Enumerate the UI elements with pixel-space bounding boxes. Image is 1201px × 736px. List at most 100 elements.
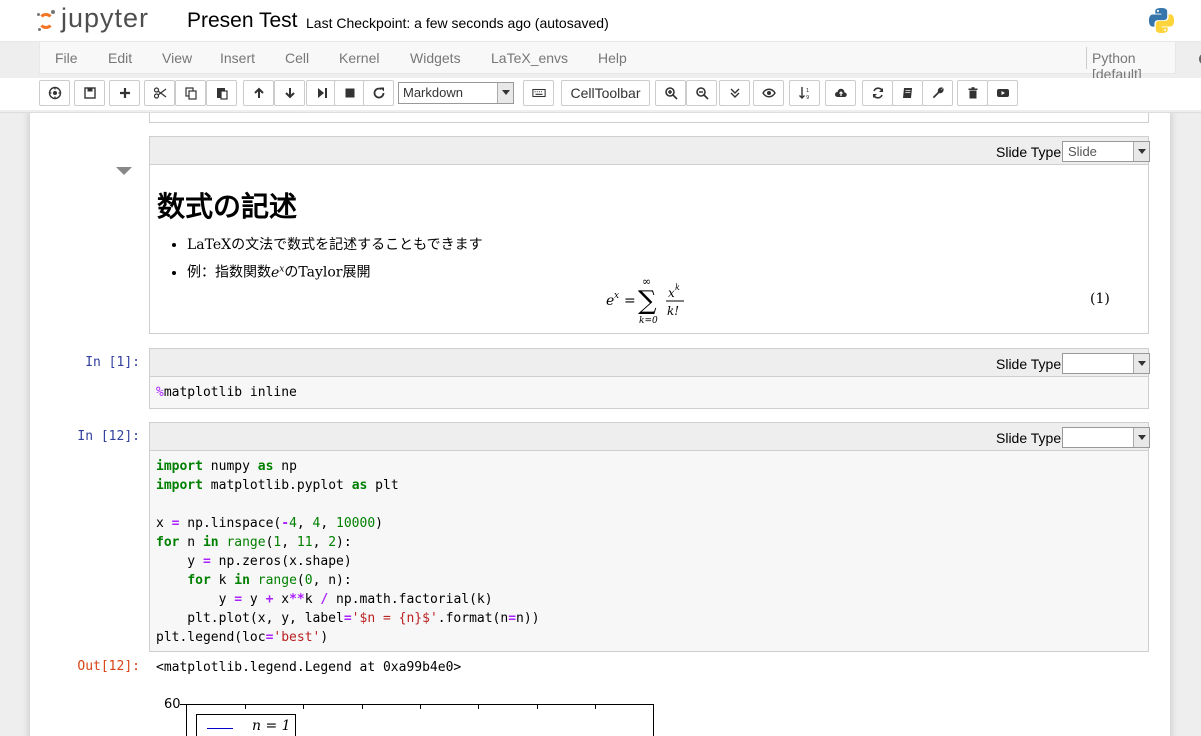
paste-button[interactable]: [206, 80, 237, 106]
output-prompt: Out[12]:: [77, 659, 140, 674]
stop-icon: [345, 88, 354, 98]
menu-view[interactable]: View: [162, 50, 192, 66]
collapse-button[interactable]: [719, 80, 750, 106]
plot-xtick: [537, 704, 538, 709]
plot-xtick: [420, 704, 421, 709]
zoom-in-button[interactable]: [655, 80, 686, 106]
command-palette-button[interactable]: [39, 80, 70, 106]
step-forward-icon: [317, 88, 327, 98]
jupyter-logo[interactable]: jupyter: [36, 3, 149, 36]
cloud-upload-button[interactable]: [825, 80, 856, 106]
code-cell-input[interactable]: %matplotlib inline: [149, 376, 1149, 409]
cloud-upload-icon: [834, 88, 847, 97]
keyboard-shortcuts-button[interactable]: [523, 80, 554, 106]
svg-text:1: 1: [806, 88, 809, 94]
insert-cell-button[interactable]: [109, 80, 140, 106]
kernel-separator: [1086, 47, 1087, 69]
cell-type-select[interactable]: Markdown: [398, 82, 514, 104]
restart-kernel-button[interactable]: [363, 80, 394, 106]
menu-widgets[interactable]: Widgets: [410, 50, 461, 66]
refresh-icon: [373, 87, 384, 99]
sort-button[interactable]: 19: [789, 80, 820, 106]
collapse-heading-icon[interactable]: [116, 167, 132, 177]
cell-toolbar: Slide Type: [149, 348, 1150, 376]
markdown-heading: 数式の記述: [157, 190, 298, 223]
input-prompt: In [12]:: [77, 429, 140, 444]
bullet-text: LaTeXの文法で数式を記述することもできます: [187, 237, 483, 253]
menu-help[interactable]: Help: [598, 50, 627, 66]
jupyter-logo-icon: [36, 8, 58, 32]
python-icon: [1148, 7, 1175, 34]
keyboard-icon: [531, 88, 546, 98]
header: jupyter Presen Test Last Checkpoint: a f…: [0, 0, 1201, 42]
slide-type-select[interactable]: Slide: [1062, 141, 1150, 162]
copy-button[interactable]: [175, 80, 206, 106]
chevron-down-icon: [1133, 428, 1149, 447]
svg-text:k: k: [675, 283, 680, 292]
slideshow-preview-button[interactable]: [753, 80, 784, 106]
plot-legend: n = 1: [196, 714, 296, 736]
eye-icon: [761, 88, 776, 98]
save-button[interactable]: [74, 80, 105, 106]
settings-button[interactable]: [922, 80, 953, 106]
legend-line-blue: [207, 728, 233, 729]
interrupt-kernel-button[interactable]: [334, 80, 365, 106]
menu-insert[interactable]: Insert: [220, 50, 255, 66]
menu-file[interactable]: File: [55, 50, 78, 66]
cell-type-value: Markdown: [403, 85, 463, 100]
zoom-out-button[interactable]: [686, 80, 717, 106]
cell-toolbar: Slide Type: [149, 422, 1150, 450]
chevron-down-icon: [1133, 142, 1149, 161]
slide-type-label: Slide Type: [996, 430, 1062, 446]
delete-button[interactable]: [957, 80, 988, 106]
notebook-site[interactable]: Slide Type Slide 数式の記述 LaTeXの文法で数式を記述するこ…: [0, 112, 1201, 736]
plot-xtick: [303, 704, 304, 709]
svg-text:x: x: [668, 286, 675, 300]
scissors-icon: [153, 87, 166, 99]
plot-ytick: [180, 704, 186, 705]
legend-entry: n = 1: [252, 718, 291, 734]
chevron-down-icon: [1133, 354, 1149, 373]
notebook-container: Slide Type Slide 数式の記述 LaTeXの文法で数式を記述するこ…: [30, 113, 1170, 736]
plot-xtick: [362, 704, 363, 709]
menu-kernel[interactable]: Kernel: [339, 50, 379, 66]
bullet-text: 例：指数関数: [187, 264, 271, 281]
slide-type-select[interactable]: [1062, 353, 1150, 374]
cut-button[interactable]: [144, 80, 175, 106]
zoom-out-icon: [695, 87, 709, 100]
sync-icon: [872, 87, 883, 99]
code-editor[interactable]: %matplotlib inline: [150, 377, 1148, 408]
celltoolbar-button[interactable]: CellToolbar: [561, 80, 650, 106]
reload-button[interactable]: [862, 80, 893, 106]
move-down-button[interactable]: [274, 80, 305, 106]
output-plot: 60 n = 1: [148, 691, 668, 736]
plot-xtick: [245, 704, 246, 709]
svg-text:∑: ∑: [638, 286, 657, 316]
slide-type-select[interactable]: [1062, 427, 1150, 448]
run-cell-button[interactable]: [306, 80, 337, 106]
code-cell-input[interactable]: import numpy as np import matplotlib.pyp…: [149, 450, 1149, 652]
play-video-icon: [996, 89, 1009, 97]
plot-xtick: [595, 704, 596, 709]
bullet-text-suffix: のTaylor展開: [284, 264, 371, 281]
youtube-button[interactable]: [987, 80, 1018, 106]
slide-type-label: Slide Type: [996, 356, 1062, 372]
notebook-name[interactable]: Presen Test: [187, 9, 298, 33]
markdown-cell[interactable]: 数式の記述 LaTeXの文法で数式を記述することもできます 例：指数関数exのT…: [149, 164, 1149, 334]
menubar: File Edit View Insert Cell Kernel Widget…: [39, 42, 1201, 82]
equation-number: (1): [1090, 291, 1110, 307]
svg-text:x: x: [614, 291, 619, 301]
menu-cell[interactable]: Cell: [285, 50, 309, 66]
book-button[interactable]: [892, 80, 923, 106]
slide-type-label: Slide Type: [996, 144, 1062, 160]
svg-text:k!: k!: [667, 304, 679, 318]
list-item: LaTeXの文法で数式を記述することもできます: [187, 233, 483, 257]
arrow-down-icon: [284, 88, 295, 99]
list-item: 例：指数関数exのTaylor展開: [187, 257, 483, 285]
keyboard-command-icon: [48, 86, 61, 100]
sort-numeric-icon: 19: [798, 87, 809, 100]
menu-edit[interactable]: Edit: [108, 50, 132, 66]
move-up-button[interactable]: [243, 80, 274, 106]
menu-latex-envs[interactable]: LaTeX_envs: [491, 50, 568, 66]
code-editor[interactable]: import numpy as np import matplotlib.pyp…: [150, 451, 1148, 653]
